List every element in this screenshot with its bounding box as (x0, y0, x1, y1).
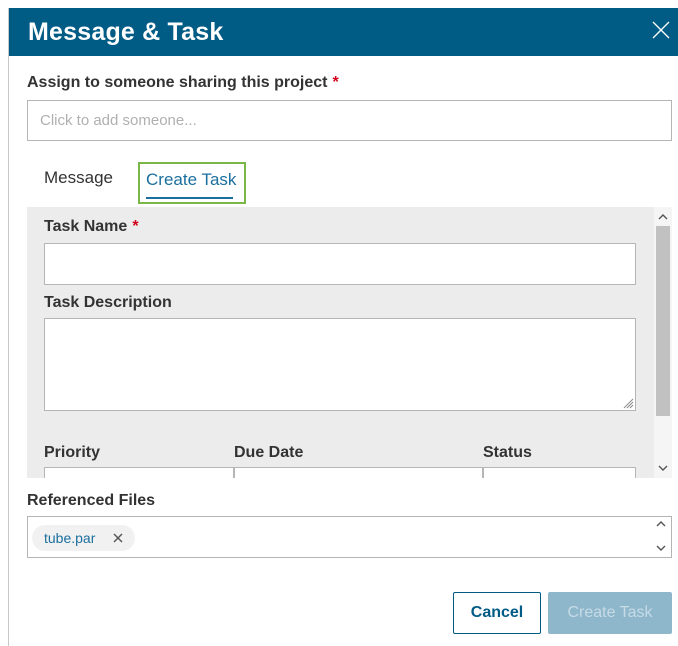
resize-grip-icon[interactable] (622, 397, 634, 409)
status-select[interactable] (483, 467, 636, 478)
task-form-panel: Task Name * Task Description Priority Due… (27, 207, 654, 478)
tab-create-task-label: Create Task (146, 170, 237, 189)
task-panel-scrollbar[interactable] (654, 207, 672, 478)
remove-file-icon[interactable] (112, 532, 124, 544)
tab-selected-underline (146, 197, 233, 199)
message-task-dialog: Message & Task Assign to someone sharing… (8, 8, 678, 646)
close-icon[interactable] (649, 18, 673, 42)
task-description-textarea[interactable] (44, 318, 636, 411)
task-name-label: Task Name * (44, 218, 139, 236)
files-scroll-down-icon[interactable] (654, 542, 668, 554)
tab-create-task[interactable]: Create Task (138, 162, 246, 204)
referenced-files-label: Referenced Files (27, 492, 156, 509)
task-description-label: Task Description (44, 294, 172, 311)
task-name-input[interactable] (44, 243, 636, 285)
required-mark: * (132, 218, 139, 235)
required-mark: * (332, 74, 339, 91)
assign-input[interactable] (27, 100, 672, 141)
file-chip-label: tube.par (44, 530, 96, 546)
scrollbar-thumb[interactable] (656, 226, 670, 416)
status-label: Status (483, 444, 532, 461)
create-task-button[interactable]: Create Task (548, 592, 672, 634)
file-chip: tube.par (32, 525, 135, 551)
dialog-title: Message & Task (28, 18, 224, 46)
due-date-input[interactable] (234, 467, 483, 478)
task-name-label-text: Task Name (44, 218, 128, 235)
referenced-files-box[interactable]: tube.par (27, 516, 672, 558)
due-date-label: Due Date (234, 444, 304, 461)
tab-message-label: Message (44, 168, 113, 187)
cancel-button[interactable]: Cancel (453, 592, 541, 634)
priority-label: Priority (44, 444, 101, 461)
priority-select[interactable] (44, 467, 234, 478)
tab-message[interactable]: Message (44, 168, 113, 188)
assign-label-text: Assign to someone sharing this project (27, 74, 328, 91)
scroll-down-icon[interactable] (657, 462, 669, 474)
files-scroll-up-icon[interactable] (654, 518, 668, 530)
assign-label: Assign to someone sharing this project * (27, 74, 339, 92)
scroll-up-icon[interactable] (657, 211, 669, 223)
dialog-header: Message & Task (9, 8, 678, 56)
